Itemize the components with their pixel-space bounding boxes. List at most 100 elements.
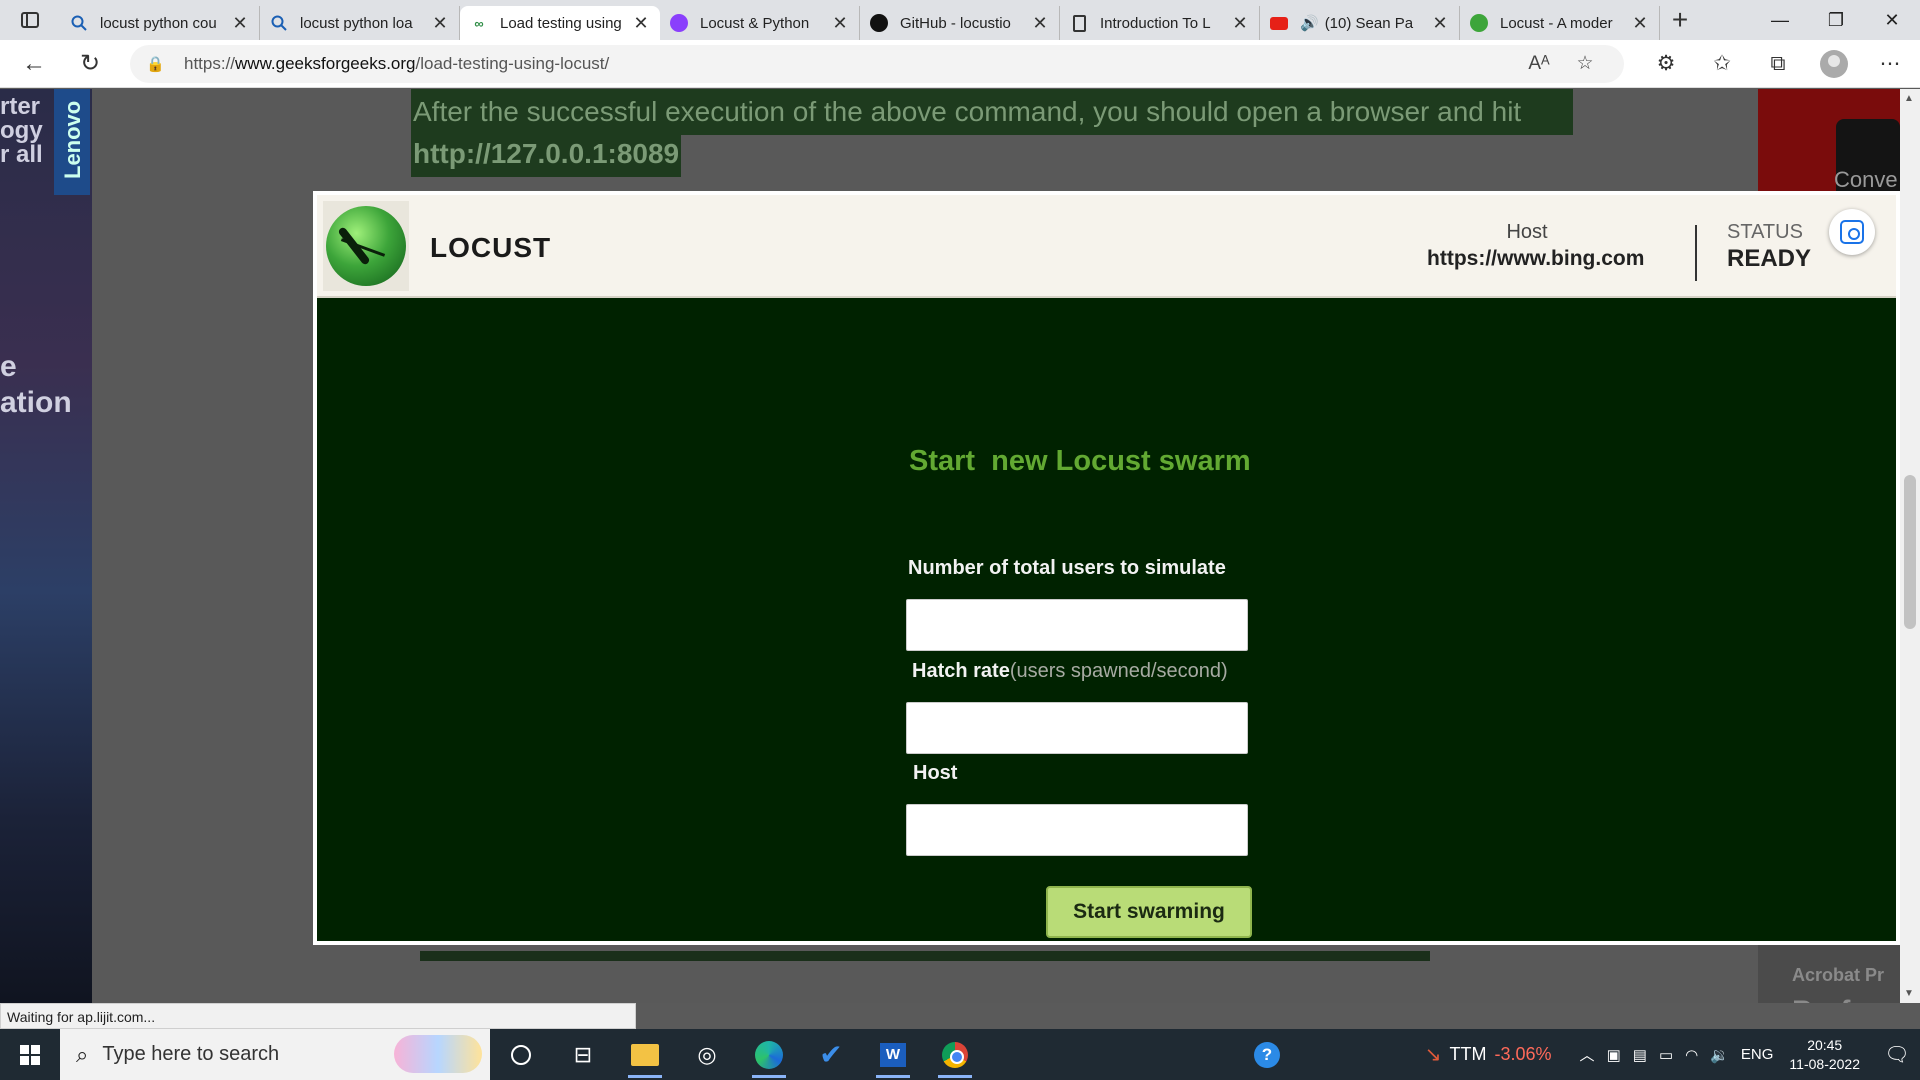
hatch-rate-input[interactable] xyxy=(906,702,1248,754)
host-field-label: Host xyxy=(913,762,958,784)
host-input[interactable] xyxy=(906,804,1248,856)
browser-tab-strip: locust python cou ✕ locust python loa ✕ … xyxy=(0,0,1920,40)
locust-brand: LOCUST xyxy=(430,232,552,263)
chrome-logo-icon xyxy=(942,1041,968,1068)
ad-text: Acrobat Pr xyxy=(1792,965,1885,985)
clock-date: 11-08-2022 xyxy=(1789,1055,1860,1072)
edge-icon[interactable] xyxy=(738,1029,800,1080)
browser-tab[interactable]: locust python cou ✕ xyxy=(60,6,260,40)
host-value: https://www.bing.com xyxy=(1427,247,1645,270)
start-button[interactable] xyxy=(0,1029,60,1080)
collections-icon[interactable]: ⧉ xyxy=(1750,40,1806,88)
cortana-icon[interactable] xyxy=(490,1029,552,1080)
left-advertisement[interactable]: rter ogy r all Lenovo e ation xyxy=(0,89,92,1003)
word-icon[interactable]: W xyxy=(862,1029,924,1080)
task-view-icon[interactable]: ⊟ xyxy=(552,1029,614,1080)
tab-title: (10) Sean Pa xyxy=(1324,14,1414,32)
app-icon[interactable]: ◎ xyxy=(676,1029,738,1080)
tab-close-icon[interactable]: ✕ xyxy=(831,13,849,34)
window-controls: — ❐ ✕ xyxy=(1752,0,1920,40)
browser-tab[interactable]: GitHub - locustio ✕ xyxy=(860,6,1060,40)
page-scrollbar[interactable]: ▲ ▼ xyxy=(1900,89,1920,1003)
stock-trend-icon: ↘ xyxy=(1424,1044,1442,1066)
tab-close-icon[interactable]: ✕ xyxy=(632,13,650,34)
tab-close-icon[interactable]: ✕ xyxy=(431,13,449,34)
close-window-icon[interactable]: ✕ xyxy=(1864,0,1920,40)
tab-title: GitHub - locustio xyxy=(900,14,1011,32)
tab-close-icon[interactable]: ✕ xyxy=(1031,13,1049,34)
search-placeholder: Type here to search xyxy=(102,1043,280,1065)
restore-icon[interactable]: ❐ xyxy=(1808,0,1864,40)
profile-button[interactable] xyxy=(1806,40,1862,88)
notification-icon[interactable]: 🗨 xyxy=(1874,1029,1920,1080)
wifi-icon[interactable]: ◠ xyxy=(1685,1046,1698,1064)
tab-close-icon[interactable]: ✕ xyxy=(231,13,249,34)
browser-tab[interactable]: 🔊 (10) Sean Pa ✕ xyxy=(1260,6,1460,40)
help-icon[interactable]: ? xyxy=(1236,1029,1298,1080)
browser-tab[interactable]: Locust - A moder ✕ xyxy=(1460,6,1660,40)
address-bar[interactable]: 🔒 https://www.geeksforgeeks.org/load-tes… xyxy=(130,44,1624,83)
chevron-up-icon[interactable]: ︿ xyxy=(1580,1044,1595,1065)
speaker-icon[interactable]: 🔊 xyxy=(1300,14,1319,32)
read-aloud-icon[interactable]: Aᴬ xyxy=(1516,53,1562,75)
article-url[interactable]: http://127.0.0.1:8089 xyxy=(411,131,682,177)
lock-icon: 🔒 xyxy=(146,55,165,73)
tab-actions-button[interactable] xyxy=(0,0,60,40)
scroll-up-icon[interactable]: ▲ xyxy=(1904,93,1914,104)
github-icon xyxy=(870,14,888,32)
add-favorite-icon[interactable]: ☆ xyxy=(1562,52,1608,75)
users-input[interactable] xyxy=(906,599,1248,651)
scrollbar-thumb[interactable] xyxy=(1904,475,1916,629)
toolbar-icons: ⚙ ✩ ⧉ ⋯ xyxy=(1638,40,1918,88)
start-swarming-button[interactable]: Start swarming xyxy=(1046,886,1252,938)
help-question-icon: ? xyxy=(1254,1041,1280,1068)
tab-close-icon[interactable]: ✕ xyxy=(1631,13,1649,34)
browser-tab[interactable]: locust python loa ✕ xyxy=(260,6,460,40)
visual-search-button[interactable] xyxy=(1829,209,1875,255)
volume-icon[interactable]: 🔉 xyxy=(1710,1046,1729,1064)
language-indicator[interactable]: ENG xyxy=(1741,1046,1774,1063)
browser-tab-active[interactable]: ∞ Load testing using ✕ xyxy=(460,6,660,40)
lenovo-logo-text: Lenovo xyxy=(60,100,85,179)
todo-icon[interactable]: ✔ xyxy=(800,1029,862,1080)
file-explorer-icon[interactable] xyxy=(614,1029,676,1080)
back-button[interactable]: ← xyxy=(6,40,62,88)
locust-logo-icon xyxy=(326,206,406,286)
extensions-icon[interactable]: ⚙ xyxy=(1638,40,1694,88)
geeksforgeeks-icon: ∞ xyxy=(474,15,484,31)
document-icon xyxy=(1070,14,1088,32)
tab-title: Load testing using xyxy=(500,14,622,32)
browser-tab[interactable]: Locust & Python ✕ xyxy=(660,6,860,40)
taskbar-search[interactable]: ⌕ Type here to search xyxy=(60,1029,490,1080)
status-info: STATUS READY xyxy=(1727,221,1811,273)
browser-tab[interactable]: Introduction To L ✕ xyxy=(1060,6,1260,40)
search-icon xyxy=(270,14,288,32)
tab-close-icon[interactable]: ✕ xyxy=(1231,13,1249,34)
url-text[interactable]: https://www.geeksforgeeks.org/load-testi… xyxy=(184,54,1516,74)
article-code-block-edge xyxy=(420,951,1430,961)
youtube-icon xyxy=(1270,14,1288,32)
battery-icon[interactable]: ▭ xyxy=(1659,1046,1673,1064)
meet-now-icon[interactable]: ▣ xyxy=(1607,1046,1621,1064)
edge-logo-icon xyxy=(755,1040,783,1069)
search-highlight-image xyxy=(394,1035,482,1073)
purple-app-icon xyxy=(670,14,688,32)
cortana-ring-icon xyxy=(511,1044,531,1065)
tab-title: Introduction To L xyxy=(1100,14,1211,32)
status-value: READY xyxy=(1727,245,1812,272)
more-options-icon[interactable]: ⋯ xyxy=(1862,40,1918,88)
refresh-button[interactable]: ↻ xyxy=(62,40,118,88)
new-tab-button[interactable]: + xyxy=(1660,0,1700,40)
display-icon[interactable]: ▤ xyxy=(1633,1046,1647,1064)
clock[interactable]: 20:45 11-08-2022 xyxy=(1789,1036,1860,1074)
hatch-rate-label: Hatch rate(users spawned/second) xyxy=(912,660,1228,683)
scroll-down-icon[interactable]: ▼ xyxy=(1904,988,1914,999)
ad-text: rter ogy r all xyxy=(0,93,43,168)
locust-icon xyxy=(1470,14,1488,32)
favorites-icon[interactable]: ✩ xyxy=(1694,40,1750,88)
tab-close-icon[interactable]: ✕ xyxy=(1431,13,1449,34)
tab-title: locust python cou xyxy=(100,14,217,32)
chrome-icon[interactable] xyxy=(924,1029,986,1080)
stock-ticker[interactable]: ↘ TTM -3.06% xyxy=(1425,1042,1552,1067)
minimize-icon[interactable]: — xyxy=(1752,0,1808,40)
